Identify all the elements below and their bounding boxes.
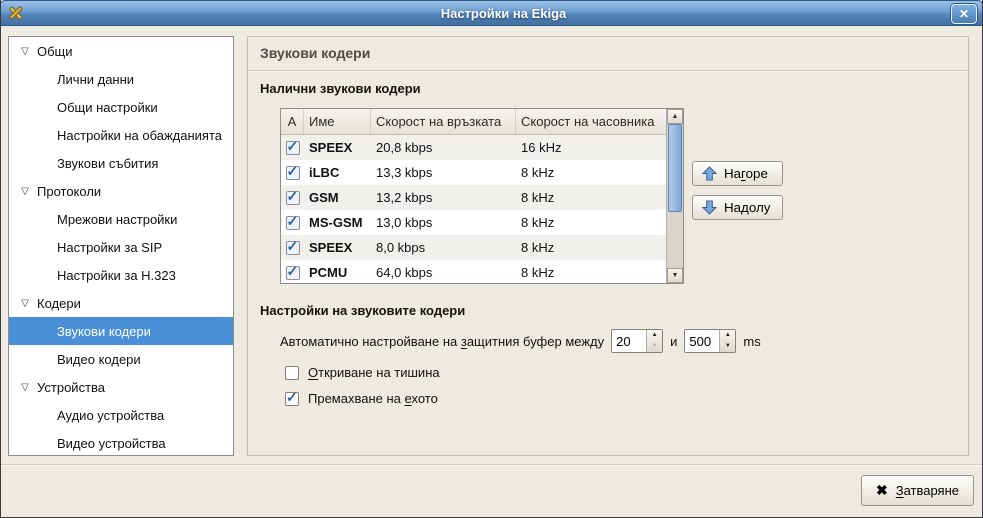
close-button-label: Затваряне	[896, 483, 959, 498]
reorder-buttons: Нагоре Надолу	[692, 161, 783, 220]
silence-detection-row[interactable]: ✓ Откриване на тишина	[285, 365, 440, 380]
table-row[interactable]: ✓ PCMU 64,0 kbps 8 kHz	[281, 260, 666, 284]
sidebar-item-sound-events[interactable]: Звукови събития	[9, 149, 233, 177]
column-header-clockrate[interactable]: Скорост на часовника	[516, 109, 666, 134]
check-icon: ✓	[287, 163, 299, 180]
table-row[interactable]: ✓ iLBC 13,3 kbps 8 kHz	[281, 160, 666, 185]
down-arrow-icon	[702, 200, 717, 215]
silence-detection-label: Откриване на тишина	[308, 365, 440, 380]
column-header-bitrate[interactable]: Скорост на връзката	[371, 109, 516, 134]
scroll-down-icon: ▼	[672, 272, 679, 279]
table-row[interactable]: ✓ SPEEX 20,8 kbps 16 kHz	[281, 135, 666, 160]
scroll-up-icon: ▲	[672, 113, 679, 120]
check-icon: ✓	[286, 389, 298, 406]
sidebar-item-devices[interactable]: ▽ Устройства	[9, 373, 233, 401]
codec-active-checkbox[interactable]: ✓	[286, 216, 300, 230]
spin-down-icon[interactable]: ▼	[720, 341, 735, 352]
jitter-min-input[interactable]	[612, 330, 646, 352]
move-up-label: Нагоре	[724, 166, 768, 181]
echo-cancellation-checkbox[interactable]: ✓	[285, 392, 299, 406]
codec-active-checkbox[interactable]: ✓	[286, 241, 300, 255]
codec-active-checkbox[interactable]: ✓	[286, 141, 300, 155]
close-x-icon: ✖	[876, 482, 888, 499]
spin-down-icon[interactable]: ▼	[647, 341, 662, 352]
jitter-buffer-row: Автоматично настройване на защитния буфе…	[280, 329, 761, 353]
sidebar-item-video-devices[interactable]: Видео устройства	[9, 429, 233, 456]
check-icon: ✓	[287, 263, 299, 280]
window-title: Настройки на Ekiga	[25, 6, 982, 21]
sidebar-item-protocols[interactable]: ▽ Протоколи	[9, 177, 233, 205]
codec-active-checkbox[interactable]: ✓	[286, 166, 300, 180]
footer-separator	[1, 464, 982, 466]
check-icon: ✓	[287, 188, 299, 205]
echo-cancellation-row[interactable]: ✓ Премахване на ехото	[285, 391, 438, 406]
codec-settings-label: Настройки на звуковите кодери	[260, 303, 465, 318]
jitter-max-input[interactable]	[685, 330, 719, 352]
jitter-and-label: и	[670, 334, 677, 349]
sidebar-item-audio-devices[interactable]: Аудио устройства	[9, 401, 233, 429]
scroll-up-button[interactable]: ▲	[667, 109, 683, 124]
silence-detection-checkbox[interactable]: ✓	[285, 366, 299, 380]
codec-active-checkbox[interactable]: ✓	[286, 266, 300, 280]
preferences-tree: ▽ Общи Лични данни Общи настройки Настро…	[8, 36, 234, 456]
titlebar[interactable]: Настройки на Ekiga ✕	[0, 0, 983, 26]
expander-icon[interactable]: ▽	[17, 382, 33, 393]
codec-table: A Име Скорост на връзката Скорост на час…	[280, 108, 684, 284]
page-title: Звукови кодери	[248, 37, 968, 70]
jitter-min-spinner: ▲ ▼	[611, 329, 663, 353]
codec-table-header: A Име Скорост на връзката Скорост на час…	[281, 109, 666, 135]
jitter-max-spinner: ▲ ▼	[684, 329, 736, 353]
table-row[interactable]: ✓ MS-GSM 13,0 kbps 8 kHz	[281, 210, 666, 235]
sidebar-item-personal-data[interactable]: Лични данни	[9, 65, 233, 93]
sidebar-item-network-settings[interactable]: Мрежови настройки	[9, 205, 233, 233]
sidebar-item-codecs[interactable]: ▽ Кодери	[9, 289, 233, 317]
available-codecs-label: Налични звукови кодери	[260, 81, 421, 96]
jitter-buffer-label: Автоматично настройване на защитния буфе…	[280, 334, 604, 349]
spin-up-icon[interactable]: ▲	[720, 330, 735, 341]
close-icon: ✕	[959, 7, 969, 21]
sidebar-item-general[interactable]: ▽ Общи	[9, 37, 233, 65]
scrollbar-trough[interactable]	[667, 212, 683, 268]
expander-icon[interactable]: ▽	[17, 298, 33, 309]
close-button[interactable]: ✖ Затваряне	[861, 475, 974, 506]
table-row[interactable]: ✓ SPEEX 8,0 kbps 8 kHz	[281, 235, 666, 260]
move-down-button[interactable]: Надолу	[692, 195, 783, 220]
vertical-scrollbar[interactable]: ▲ ▼	[666, 109, 683, 283]
scrollbar-thumb[interactable]	[668, 124, 682, 212]
tools-icon	[7, 4, 25, 22]
up-arrow-icon	[702, 166, 717, 181]
spin-up-icon[interactable]: ▲	[647, 330, 662, 341]
table-row[interactable]: ✓ GSM 13,2 kbps 8 kHz	[281, 185, 666, 210]
sidebar-item-general-settings[interactable]: Общи настройки	[9, 93, 233, 121]
jitter-unit-label: ms	[743, 334, 760, 349]
expander-icon[interactable]: ▽	[17, 46, 33, 57]
echo-cancellation-label: Премахване на ехото	[308, 391, 438, 406]
close-window-button[interactable]: ✕	[951, 4, 977, 24]
sidebar-item-video-codecs[interactable]: Видео кодери	[9, 345, 233, 373]
codec-active-checkbox[interactable]: ✓	[286, 191, 300, 205]
expander-icon[interactable]: ▽	[17, 186, 33, 197]
column-header-active[interactable]: A	[281, 109, 304, 134]
column-header-name[interactable]: Име	[304, 109, 371, 134]
move-up-button[interactable]: Нагоре	[692, 161, 783, 186]
heading-separator	[248, 70, 968, 72]
move-down-label: Надолу	[724, 200, 770, 215]
audio-codecs-page: Звукови кодери Налични звукови кодери A …	[247, 36, 969, 456]
sidebar-item-sip-settings[interactable]: Настройки за SIP	[9, 233, 233, 261]
sidebar-item-audio-codecs[interactable]: Звукови кодери	[9, 317, 233, 345]
check-icon: ✓	[287, 138, 299, 155]
sidebar-item-call-options[interactable]: Настройки на обажданията	[9, 121, 233, 149]
check-icon: ✓	[287, 238, 299, 255]
scroll-down-button[interactable]: ▼	[667, 268, 683, 283]
sidebar-item-h323-settings[interactable]: Настройки за H.323	[9, 261, 233, 289]
check-icon: ✓	[287, 213, 299, 230]
